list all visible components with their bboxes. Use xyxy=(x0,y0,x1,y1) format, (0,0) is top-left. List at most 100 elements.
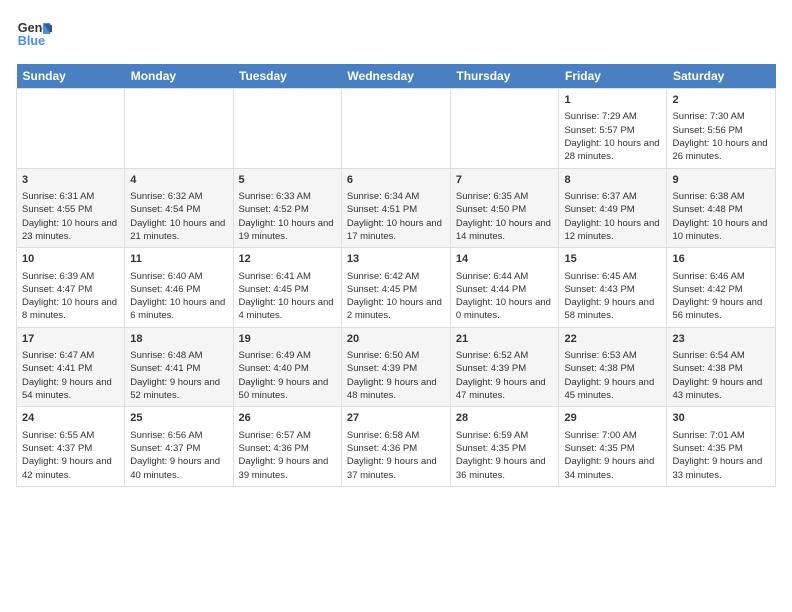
header-cell-thursday: Thursday xyxy=(450,64,559,89)
day-info: Sunrise: 6:44 AM Sunset: 4:44 PM Dayligh… xyxy=(456,270,554,323)
day-cell: 29Sunrise: 7:00 AM Sunset: 4:35 PM Dayli… xyxy=(559,407,667,487)
day-number: 5 xyxy=(239,173,336,188)
calendar-header: SundayMondayTuesdayWednesdayThursdayFrid… xyxy=(17,64,776,89)
day-number: 20 xyxy=(347,332,445,347)
day-info: Sunrise: 6:34 AM Sunset: 4:51 PM Dayligh… xyxy=(347,190,445,243)
day-info: Sunrise: 6:57 AM Sunset: 4:36 PM Dayligh… xyxy=(239,429,336,482)
day-info: Sunrise: 7:30 AM Sunset: 5:56 PM Dayligh… xyxy=(672,110,770,163)
day-info: Sunrise: 6:53 AM Sunset: 4:38 PM Dayligh… xyxy=(564,349,661,402)
day-info: Sunrise: 6:32 AM Sunset: 4:54 PM Dayligh… xyxy=(130,190,227,243)
day-number: 1 xyxy=(564,93,661,108)
day-info: Sunrise: 6:58 AM Sunset: 4:36 PM Dayligh… xyxy=(347,429,445,482)
day-number: 9 xyxy=(672,173,770,188)
day-number: 12 xyxy=(239,252,336,267)
day-cell: 15Sunrise: 6:45 AM Sunset: 4:43 PM Dayli… xyxy=(559,248,667,328)
day-info: Sunrise: 6:49 AM Sunset: 4:40 PM Dayligh… xyxy=(239,349,336,402)
day-cell: 9 Sunrise: 6:38 AM Sunset: 4:48 PM Daylig… xyxy=(667,168,776,248)
day-cell: 19 Sunrise: 6:49 AM Sunset: 4:40 PM Dayli… xyxy=(233,327,341,407)
day-cell: 11Sunrise: 6:40 AM Sunset: 4:46 PM Dayli… xyxy=(125,248,233,328)
day-info: Sunrise: 6:35 AM Sunset: 4:50 PM Dayligh… xyxy=(456,190,554,243)
day-cell xyxy=(341,89,450,169)
day-cell: 14 Sunrise: 6:44 AM Sunset: 4:44 PM Dayli… xyxy=(450,248,559,328)
day-cell: 26 Sunrise: 6:57 AM Sunset: 4:36 PM Dayli… xyxy=(233,407,341,487)
day-info: Sunrise: 6:39 AM Sunset: 4:47 PM Dayligh… xyxy=(22,270,119,323)
day-cell xyxy=(450,89,559,169)
day-number: 3 xyxy=(22,173,119,188)
day-info: Sunrise: 6:41 AM Sunset: 4:45 PM Dayligh… xyxy=(239,270,336,323)
day-info: Sunrise: 6:50 AM Sunset: 4:39 PM Dayligh… xyxy=(347,349,445,402)
day-cell: 25 Sunrise: 6:56 AM Sunset: 4:37 PM Dayli… xyxy=(125,407,233,487)
day-cell: 30 Sunrise: 7:01 AM Sunset: 4:35 PM Dayli… xyxy=(667,407,776,487)
day-number: 13 xyxy=(347,252,445,267)
calendar-body: 1 Sunrise: 7:29 AM Sunset: 5:57 PM Daylig… xyxy=(17,89,776,487)
day-number: 26 xyxy=(239,411,336,426)
day-number: 14 xyxy=(456,252,554,267)
day-cell: 13 Sunrise: 6:42 AM Sunset: 4:45 PM Dayli… xyxy=(341,248,450,328)
day-number: 25 xyxy=(130,411,227,426)
day-cell: 27Sunrise: 6:58 AM Sunset: 4:36 PM Dayli… xyxy=(341,407,450,487)
day-cell: 21Sunrise: 6:52 AM Sunset: 4:39 PM Dayli… xyxy=(450,327,559,407)
day-cell xyxy=(233,89,341,169)
day-number: 10 xyxy=(22,252,119,267)
header-cell-saturday: Saturday xyxy=(667,64,776,89)
day-cell: 17 Sunrise: 6:47 AM Sunset: 4:41 PM Dayli… xyxy=(17,327,125,407)
day-number: 8 xyxy=(564,173,661,188)
day-number: 16 xyxy=(672,252,770,267)
week-row-2: 10 Sunrise: 6:39 AM Sunset: 4:47 PM Dayli… xyxy=(17,248,776,328)
day-cell xyxy=(125,89,233,169)
day-cell: 2 Sunrise: 7:30 AM Sunset: 5:56 PM Daylig… xyxy=(667,89,776,169)
day-cell: 20 Sunrise: 6:50 AM Sunset: 4:39 PM Dayli… xyxy=(341,327,450,407)
header-row: SundayMondayTuesdayWednesdayThursdayFrid… xyxy=(17,64,776,89)
day-cell: 10 Sunrise: 6:39 AM Sunset: 4:47 PM Dayli… xyxy=(17,248,125,328)
header-cell-wednesday: Wednesday xyxy=(341,64,450,89)
day-info: Sunrise: 6:56 AM Sunset: 4:37 PM Dayligh… xyxy=(130,429,227,482)
week-row-3: 17 Sunrise: 6:47 AM Sunset: 4:41 PM Dayli… xyxy=(17,327,776,407)
day-number: 6 xyxy=(347,173,445,188)
day-cell: 18 Sunrise: 6:48 AM Sunset: 4:41 PM Dayli… xyxy=(125,327,233,407)
header-cell-sunday: Sunday xyxy=(17,64,125,89)
day-info: Sunrise: 6:47 AM Sunset: 4:41 PM Dayligh… xyxy=(22,349,119,402)
day-cell: 12 Sunrise: 6:41 AM Sunset: 4:45 PM Dayli… xyxy=(233,248,341,328)
day-number: 24 xyxy=(22,411,119,426)
day-number: 18 xyxy=(130,332,227,347)
day-number: 19 xyxy=(239,332,336,347)
week-row-0: 1 Sunrise: 7:29 AM Sunset: 5:57 PM Daylig… xyxy=(17,89,776,169)
day-info: Sunrise: 6:38 AM Sunset: 4:48 PM Dayligh… xyxy=(672,190,770,243)
day-cell: 1 Sunrise: 7:29 AM Sunset: 5:57 PM Daylig… xyxy=(559,89,667,169)
day-cell: 7 Sunrise: 6:35 AM Sunset: 4:50 PM Daylig… xyxy=(450,168,559,248)
day-cell: 5 Sunrise: 6:33 AM Sunset: 4:52 PM Daylig… xyxy=(233,168,341,248)
day-info: Sunrise: 6:33 AM Sunset: 4:52 PM Dayligh… xyxy=(239,190,336,243)
day-info: Sunrise: 6:37 AM Sunset: 4:49 PM Dayligh… xyxy=(564,190,661,243)
day-info: Sunrise: 7:29 AM Sunset: 5:57 PM Dayligh… xyxy=(564,110,661,163)
day-number: 22 xyxy=(564,332,661,347)
header: General Blue xyxy=(16,16,776,52)
svg-text:Blue: Blue xyxy=(18,34,45,48)
day-info: Sunrise: 6:42 AM Sunset: 4:45 PM Dayligh… xyxy=(347,270,445,323)
day-info: Sunrise: 7:00 AM Sunset: 4:35 PM Dayligh… xyxy=(564,429,661,482)
day-info: Sunrise: 6:46 AM Sunset: 4:42 PM Dayligh… xyxy=(672,270,770,323)
day-number: 4 xyxy=(130,173,227,188)
day-number: 23 xyxy=(672,332,770,347)
day-number: 17 xyxy=(22,332,119,347)
header-cell-friday: Friday xyxy=(559,64,667,89)
day-cell: 28Sunrise: 6:59 AM Sunset: 4:35 PM Dayli… xyxy=(450,407,559,487)
header-cell-tuesday: Tuesday xyxy=(233,64,341,89)
day-cell: 8 Sunrise: 6:37 AM Sunset: 4:49 PM Daylig… xyxy=(559,168,667,248)
day-cell: 6 Sunrise: 6:34 AM Sunset: 4:51 PM Daylig… xyxy=(341,168,450,248)
calendar-table: SundayMondayTuesdayWednesdayThursdayFrid… xyxy=(16,64,776,487)
day-number: 30 xyxy=(672,411,770,426)
header-cell-monday: Monday xyxy=(125,64,233,89)
logo-icon: General Blue xyxy=(16,16,52,52)
day-info: Sunrise: 7:01 AM Sunset: 4:35 PM Dayligh… xyxy=(672,429,770,482)
day-cell: 16 Sunrise: 6:46 AM Sunset: 4:42 PM Dayli… xyxy=(667,248,776,328)
day-cell xyxy=(17,89,125,169)
day-number: 7 xyxy=(456,173,554,188)
day-info: Sunrise: 6:40 AM Sunset: 4:46 PM Dayligh… xyxy=(130,270,227,323)
day-cell: 4 Sunrise: 6:32 AM Sunset: 4:54 PM Daylig… xyxy=(125,168,233,248)
day-info: Sunrise: 6:48 AM Sunset: 4:41 PM Dayligh… xyxy=(130,349,227,402)
week-row-1: 3Sunrise: 6:31 AM Sunset: 4:55 PM Daylig… xyxy=(17,168,776,248)
day-cell: 3Sunrise: 6:31 AM Sunset: 4:55 PM Daylig… xyxy=(17,168,125,248)
day-info: Sunrise: 6:45 AM Sunset: 4:43 PM Dayligh… xyxy=(564,270,661,323)
day-number: 2 xyxy=(672,93,770,108)
day-cell: 24Sunrise: 6:55 AM Sunset: 4:37 PM Dayli… xyxy=(17,407,125,487)
